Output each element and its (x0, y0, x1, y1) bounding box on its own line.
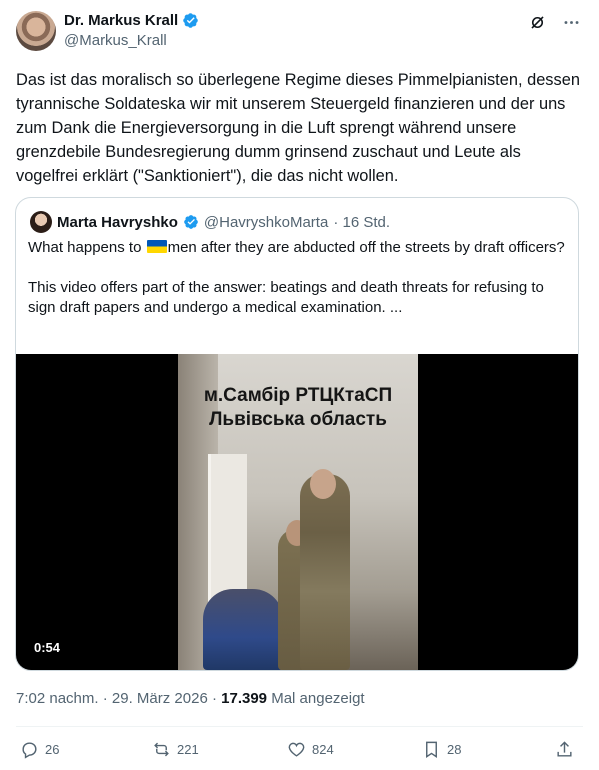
quote-author-handle[interactable]: @HavryshkoMarta (204, 214, 328, 231)
tweet-time[interactable]: 7:02 nachm. (16, 690, 99, 707)
share-button[interactable] (555, 740, 574, 759)
bookmark-icon (426, 741, 437, 758)
heart-icon (288, 742, 305, 757)
video-frame: м.Самбір РТЦКтаСП Львівська область (178, 354, 418, 670)
author-name-row: Dr. Markus Krall (64, 12, 199, 29)
quote-text-para2: This video offers part of the answer: be… (28, 279, 544, 316)
bookmark-button[interactable]: 28 (422, 740, 461, 759)
repost-count: 221 (177, 742, 199, 757)
tweet-date[interactable]: 29. März 2026 (112, 690, 208, 707)
quote-verified-badge-icon (184, 215, 198, 229)
quote-avatar[interactable] (30, 211, 52, 233)
tweet-text: Das ist das moralisch so überlegene Regi… (16, 71, 580, 185)
bookmark-count: 28 (447, 742, 462, 757)
grok-icon-svg (530, 15, 544, 29)
view-count-label: Mal angezeigt (271, 690, 365, 707)
quoted-tweet[interactable]: Marta Havryshko @HavryshkoMarta · 16 Std… (15, 197, 579, 671)
reply-button[interactable]: 26 (20, 740, 59, 759)
video-seated-person (203, 589, 283, 670)
video-player[interactable]: м.Самбір РТЦКтаСП Львівська область 0:54 (16, 354, 578, 670)
video-overlay-line1: м.Самбір РТЦКтаСП (203, 385, 393, 406)
like-button[interactable]: 824 (287, 740, 334, 759)
quote-text-pre: What happens to (28, 239, 146, 256)
divider (16, 726, 583, 727)
meta-separator-2: · (211, 690, 217, 707)
author-handle[interactable]: @Markus_Krall (64, 32, 167, 49)
video-soldier-front-head (310, 469, 336, 499)
video-duration: 0:54 (28, 638, 67, 657)
more-dots-svg (564, 20, 578, 24)
quote-text-post: men after they are abducted off the stre… (167, 239, 565, 256)
repost-icon (154, 742, 169, 757)
reply-count: 26 (45, 742, 60, 757)
quote-timestamp[interactable]: · 16 Std. (333, 214, 390, 231)
quote-text: What happens to men after they are abduc… (28, 238, 568, 318)
video-overlay-line2: Львівська область (209, 409, 387, 430)
reply-icon (22, 742, 37, 759)
share-icon (557, 741, 572, 757)
quote-header: Marta Havryshko @HavryshkoMarta · 16 Std… (30, 211, 390, 233)
repost-button[interactable]: 221 (152, 740, 199, 759)
quote-author-name[interactable]: Marta Havryshko (57, 214, 178, 231)
video-soldier-front (300, 474, 350, 670)
top-icons (527, 12, 581, 32)
grok-icon[interactable] (527, 12, 547, 32)
tweet-meta: 7:02 nachm. · 29. März 2026 · 17.399 Mal… (16, 690, 365, 707)
ukraine-flag-icon (146, 240, 167, 253)
verified-badge-icon (183, 13, 198, 28)
more-options-icon[interactable] (561, 12, 581, 32)
meta-separator-1: · (102, 690, 108, 707)
author-avatar[interactable] (16, 11, 56, 51)
action-bar: 26 221 824 28 (0, 740, 599, 764)
like-count: 824 (312, 742, 334, 757)
view-count: 17.399 (221, 690, 268, 707)
video-overlay-text: м.Самбір РТЦКтаСП Львівська область (178, 384, 418, 432)
author-name[interactable]: Dr. Markus Krall (64, 12, 178, 29)
